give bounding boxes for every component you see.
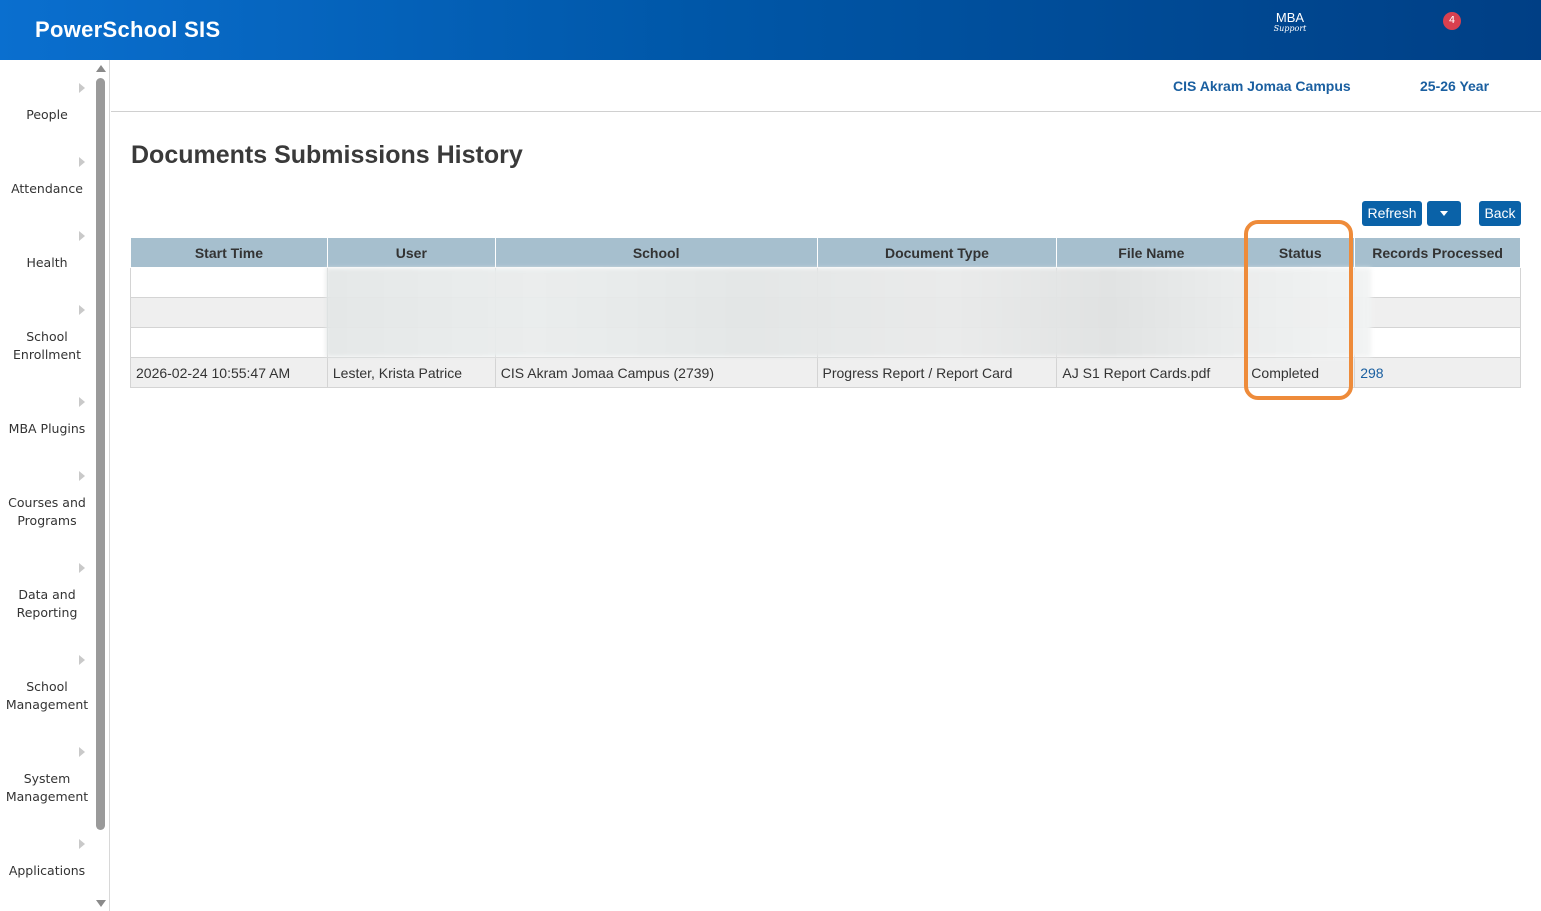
sidebar-item-health[interactable]: Health — [0, 254, 94, 272]
top-header: PowerSchool SIS MBA Support 4 — [0, 0, 1541, 60]
expand-arrow-icon[interactable] — [79, 471, 85, 481]
sidebar-item-people[interactable]: People — [0, 106, 94, 124]
cell-file-name: AJ S1 Report Cards.pdf — [1056, 357, 1247, 388]
table-cell — [1354, 267, 1521, 298]
table-cell — [1354, 327, 1521, 358]
term-selector[interactable]: 25-26 Year — [1420, 78, 1489, 94]
scroll-up-arrow-icon[interactable] — [96, 65, 106, 72]
notification-badge[interactable]: 4 — [1443, 12, 1461, 30]
expand-arrow-icon[interactable] — [79, 655, 85, 665]
sidebar-nav: People Attendance Health School Enrollme… — [0, 60, 110, 911]
sidebar-scrollbar[interactable] — [96, 78, 105, 830]
sidebar-item-mba-plugins[interactable]: MBA Plugins — [0, 420, 94, 438]
expand-arrow-icon[interactable] — [79, 839, 85, 849]
school-selector[interactable]: CIS Akram Jomaa Campus — [1173, 78, 1351, 94]
sidebar-item-applications[interactable]: Applications — [0, 862, 94, 880]
scroll-down-arrow-icon[interactable] — [96, 900, 106, 907]
expand-arrow-icon[interactable] — [79, 231, 85, 241]
expand-arrow-icon[interactable] — [79, 83, 85, 93]
column-header-file-name[interactable]: File Name — [1056, 237, 1247, 268]
status-column-highlight-annotation — [1244, 220, 1353, 400]
column-header-school[interactable]: School — [494, 237, 818, 268]
cell-school: CIS Akram Jomaa Campus (2739) — [494, 357, 818, 388]
column-header-user[interactable]: User — [326, 237, 496, 268]
sidebar-item-attendance[interactable]: Attendance — [0, 180, 94, 198]
table-cell — [130, 267, 328, 298]
refresh-button[interactable]: Refresh — [1362, 201, 1422, 226]
sidebar-item-school-enrollment[interactable]: School Enrollment — [7, 328, 87, 364]
table-cell — [1354, 297, 1521, 328]
column-header-records-processed[interactable]: Records Processed — [1354, 237, 1521, 268]
cell-document-type: Progress Report / Report Card — [816, 357, 1058, 388]
expand-arrow-icon[interactable] — [79, 397, 85, 407]
table-cell — [130, 297, 328, 328]
refresh-options-dropdown-button[interactable] — [1427, 201, 1461, 226]
cell-start-time: 2026-02-24 10:55:47 AM — [130, 357, 328, 388]
context-bar: CIS Akram Jomaa Campus 25-26 Year — [111, 60, 1541, 112]
cell-user: Lester, Krista Patrice — [326, 357, 496, 388]
expand-arrow-icon[interactable] — [79, 157, 85, 167]
page-title: Documents Submissions History — [131, 141, 523, 169]
expand-arrow-icon[interactable] — [79, 563, 85, 573]
records-processed-link[interactable]: 298 — [1354, 357, 1521, 388]
sidebar-item-system-management[interactable]: System Management — [2, 770, 92, 806]
mba-logo-subtext: Support — [1273, 24, 1307, 33]
redacted-blur-area — [326, 268, 1371, 357]
sidebar-item-school-management[interactable]: School Management — [2, 678, 92, 714]
expand-arrow-icon[interactable] — [79, 305, 85, 315]
sidebar-item-courses-and-programs[interactable]: Courses and Programs — [7, 494, 87, 530]
mba-logo-text: MBA — [1275, 10, 1305, 25]
sidebar-item-data-and-reporting[interactable]: Data and Reporting — [12, 586, 82, 622]
caret-down-icon — [1440, 211, 1448, 216]
mba-support-logo[interactable]: MBA Support — [1272, 11, 1308, 33]
back-button[interactable]: Back — [1479, 201, 1521, 226]
column-header-start-time[interactable]: Start Time — [130, 237, 328, 268]
app-brand[interactable]: PowerSchool SIS — [35, 17, 220, 43]
expand-arrow-icon[interactable] — [79, 747, 85, 757]
table-cell — [130, 327, 328, 358]
column-header-document-type[interactable]: Document Type — [816, 237, 1058, 268]
